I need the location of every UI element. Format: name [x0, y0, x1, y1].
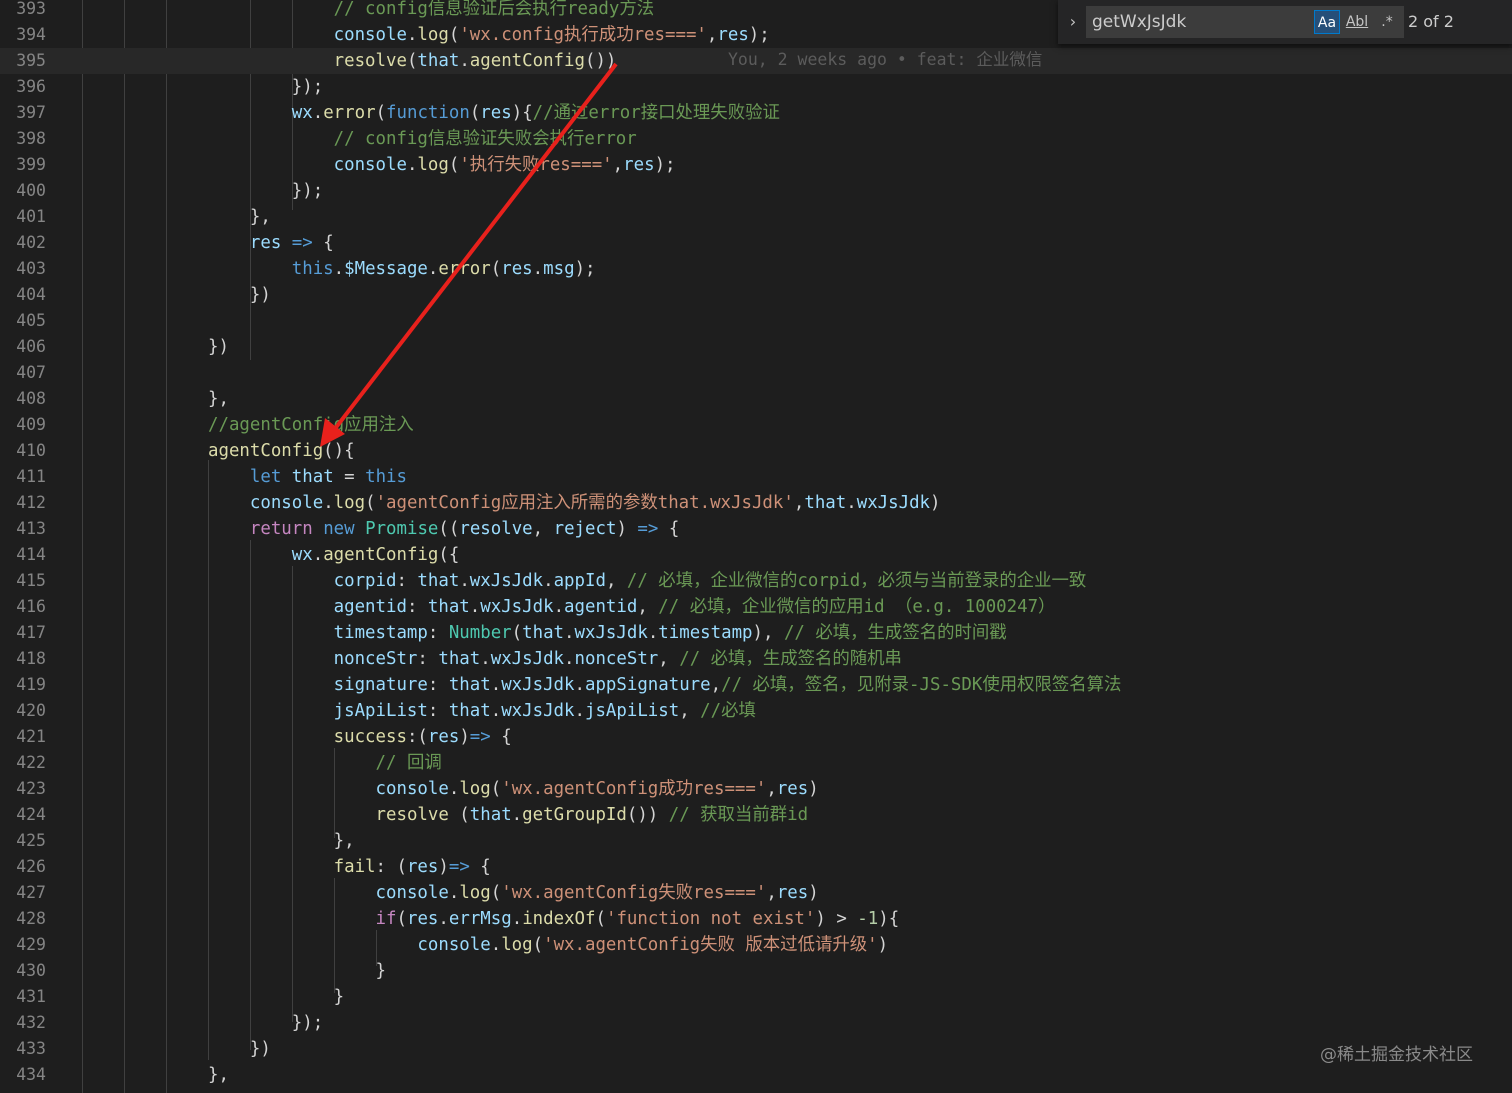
whole-word-toggle[interactable]: Abl: [1344, 10, 1370, 34]
regex-toggle[interactable]: .*: [1374, 10, 1400, 34]
code-editor[interactable]: 393 // config信息验证后会执行ready方法 394 console.…: [0, 0, 1512, 1093]
match-case-toggle[interactable]: Aa: [1314, 10, 1340, 34]
chevron-right-icon[interactable]: ›: [1064, 10, 1082, 34]
match-count: 2 of 2: [1408, 12, 1454, 31]
red-arrow-annotation: [320, 62, 618, 447]
find-widget: › Aa Abl .* 2 of 2: [1058, 0, 1512, 44]
watermark: @稀土掘金技术社区: [1320, 1045, 1473, 1065]
arrow-shaft: [332, 62, 618, 432]
